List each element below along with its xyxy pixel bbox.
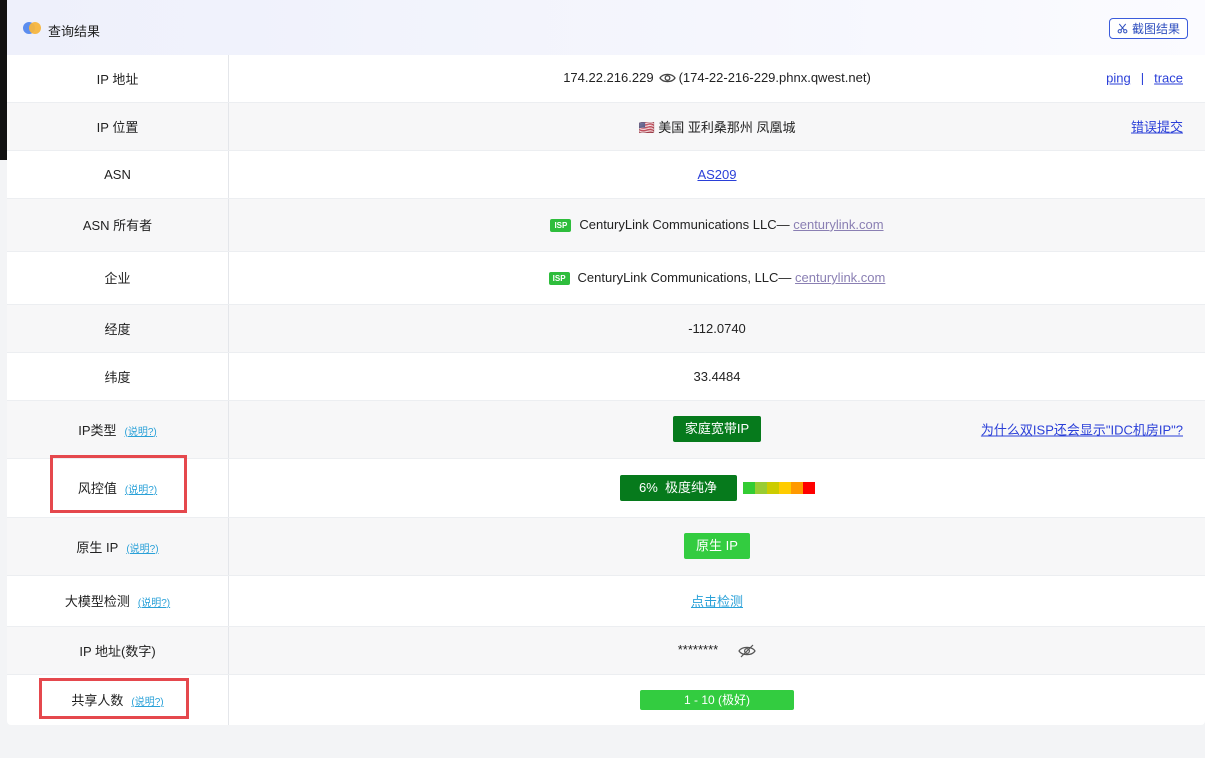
row-latitude: 纬度 33.4484: [7, 352, 1205, 401]
risk-scale-segment: [754, 481, 767, 494]
query-result-panel: 查询结果 截图结果 IP 地址 174.22.216.229 (174-22-2…: [7, 0, 1205, 725]
label-risk: 风控值: [77, 481, 117, 496]
value-llm: 点击检测: [228, 575, 1205, 627]
label-shared: 共享人数: [71, 693, 124, 708]
risk-scale-segment: [778, 481, 791, 494]
row-ip-location: IP 位置 🇺🇸 美国 亚利桑那州 凤凰城 错误提交: [7, 102, 1205, 151]
asn-owner-text: CenturyLink Communications LLC—: [579, 216, 790, 232]
label-ip-type: IP类型: [78, 422, 117, 438]
row-shared-users: 共享人数 (说明?) 1 - 10 (极好): [7, 674, 1205, 725]
trace-link[interactable]: trace: [1154, 71, 1183, 86]
value-asn-owner: ISP CenturyLink Communications LLC— centu…: [228, 198, 1205, 252]
label-ip-type-cell: IP类型 (说明?): [7, 400, 229, 459]
eye-off-icon[interactable]: [738, 644, 756, 658]
row-asn-owner: ASN 所有者 ISP CenturyLink Communications LL…: [7, 198, 1205, 252]
asn-link[interactable]: AS209: [697, 167, 736, 182]
help-link-llm[interactable]: (说明?): [138, 598, 170, 609]
label-shared-cell: 共享人数 (说明?): [7, 674, 229, 725]
row-risk-score: 风控值 (说明?) 6% 极度纯净: [7, 458, 1205, 518]
label-longitude: 经度: [7, 304, 229, 353]
isp-badge: ISP: [550, 219, 572, 233]
tool-links: ping | trace: [1106, 71, 1183, 86]
risk-scale-segment: [742, 481, 755, 494]
risk-display: 6% 极度纯净: [619, 474, 815, 501]
label-native-ip: 原生 IP: [76, 539, 119, 555]
help-link-ip-type[interactable]: (说明?): [125, 427, 157, 438]
logo-icon: [23, 22, 43, 34]
value-shared: 1 - 10 (极好): [228, 674, 1205, 725]
report-link-wrap: 错误提交: [1131, 117, 1183, 136]
help-link-shared[interactable]: (说明?): [131, 697, 163, 708]
label-native-ip-cell: 原生 IP (说明?): [7, 517, 229, 576]
value-ip-type: 家庭宽带IP 为什么双ISP还会显示"IDC机房IP"?: [228, 400, 1205, 459]
link-separator: |: [1140, 70, 1145, 86]
why-idc-link[interactable]: 为什么双ISP还会显示"IDC机房IP"?: [981, 423, 1183, 438]
ping-link[interactable]: ping: [1106, 71, 1131, 86]
label-ip-numeric: IP 地址(数字): [7, 626, 229, 675]
risk-scale-segment: [790, 481, 803, 494]
risk-color-scale: [742, 481, 815, 494]
help-link-native-ip[interactable]: (说明?): [126, 544, 158, 555]
value-native-ip: 原生 IP: [228, 517, 1205, 576]
row-company: 企业 ISP CenturyLink Communications, LLC— c…: [7, 251, 1205, 305]
asn-owner-domain-link[interactable]: centurylink.com: [793, 217, 883, 232]
label-llm: 大模型检测: [64, 594, 130, 609]
hostname-text: (174-22-216-229.phnx.qwest.net): [678, 70, 871, 86]
panel-header: 查询结果 截图结果: [7, 0, 1205, 55]
value-ip-numeric: ********: [228, 626, 1205, 675]
why-link-wrap: 为什么双ISP还会显示"IDC机房IP"?: [981, 420, 1183, 439]
ip-address-text: 174.22.216.229: [563, 70, 654, 86]
value-ip-location: 🇺🇸 美国 亚利桑那州 凤凰城 错误提交: [228, 102, 1205, 151]
value-longitude: -112.0740: [228, 304, 1205, 353]
label-llm-cell: 大模型检测 (说明?): [7, 575, 229, 627]
row-longitude: 经度 -112.0740: [7, 304, 1205, 353]
native-ip-tag: 原生 IP: [684, 533, 750, 559]
ip-type-tag: 家庭宽带IP: [672, 416, 762, 442]
llm-detect-link[interactable]: 点击检测: [691, 594, 743, 609]
label-risk-cell: 风控值 (说明?): [7, 458, 229, 518]
value-latitude: 33.4484: [228, 352, 1205, 401]
risk-score-tag: 6% 极度纯净: [619, 474, 737, 501]
value-ip-address: 174.22.216.229 (174-22-216-229.phnx.qwes…: [228, 55, 1205, 103]
help-link-risk[interactable]: (说明?): [125, 485, 157, 496]
company-domain-link[interactable]: centurylink.com: [795, 270, 885, 285]
row-native-ip: 原生 IP (说明?) 原生 IP: [7, 517, 1205, 576]
value-asn: AS209: [228, 150, 1205, 199]
report-error-link[interactable]: 错误提交: [1131, 120, 1183, 135]
label-ip-address: IP 地址: [7, 55, 229, 103]
row-ip-numeric: IP 地址(数字) ********: [7, 626, 1205, 675]
label-asn: ASN: [7, 150, 229, 199]
company-text: CenturyLink Communications, LLC—: [577, 269, 792, 285]
location-text: 美国 亚利桑那州 凤凰城: [658, 119, 796, 135]
row-llm-detect: 大模型检测 (说明?) 点击检测: [7, 575, 1205, 627]
row-asn: ASN AS209: [7, 150, 1205, 199]
row-ip-address: IP 地址 174.22.216.229 (174-22-216-229.phn…: [7, 55, 1205, 103]
shared-users-bar: 1 - 10 (极好): [640, 689, 794, 710]
window-edge: [0, 0, 7, 160]
label-asn-owner: ASN 所有者: [7, 198, 229, 252]
value-risk: 6% 极度纯净: [228, 458, 1205, 518]
screenshot-button-label: 截图结果: [1131, 22, 1180, 36]
ip-numeric-masked: ********: [677, 642, 719, 658]
us-flag-icon: 🇺🇸: [638, 119, 655, 135]
value-company: ISP CenturyLink Communications, LLC— cent…: [228, 251, 1205, 305]
screenshot-button[interactable]: 截图结果: [1109, 18, 1188, 39]
eye-icon[interactable]: [658, 72, 676, 84]
isp-badge: ISP: [548, 272, 570, 286]
label-latitude: 纬度: [7, 352, 229, 401]
risk-scale-segment: [802, 481, 815, 494]
label-ip-location: IP 位置: [7, 102, 229, 151]
label-company: 企业: [7, 251, 229, 305]
row-ip-type: IP类型 (说明?) 家庭宽带IP 为什么双ISP还会显示"IDC机房IP"?: [7, 400, 1205, 459]
result-table: IP 地址 174.22.216.229 (174-22-216-229.phn…: [7, 55, 1205, 725]
risk-scale-segment: [766, 481, 779, 494]
scissors-icon: [1117, 23, 1128, 34]
panel-title: 查询结果: [48, 24, 101, 39]
